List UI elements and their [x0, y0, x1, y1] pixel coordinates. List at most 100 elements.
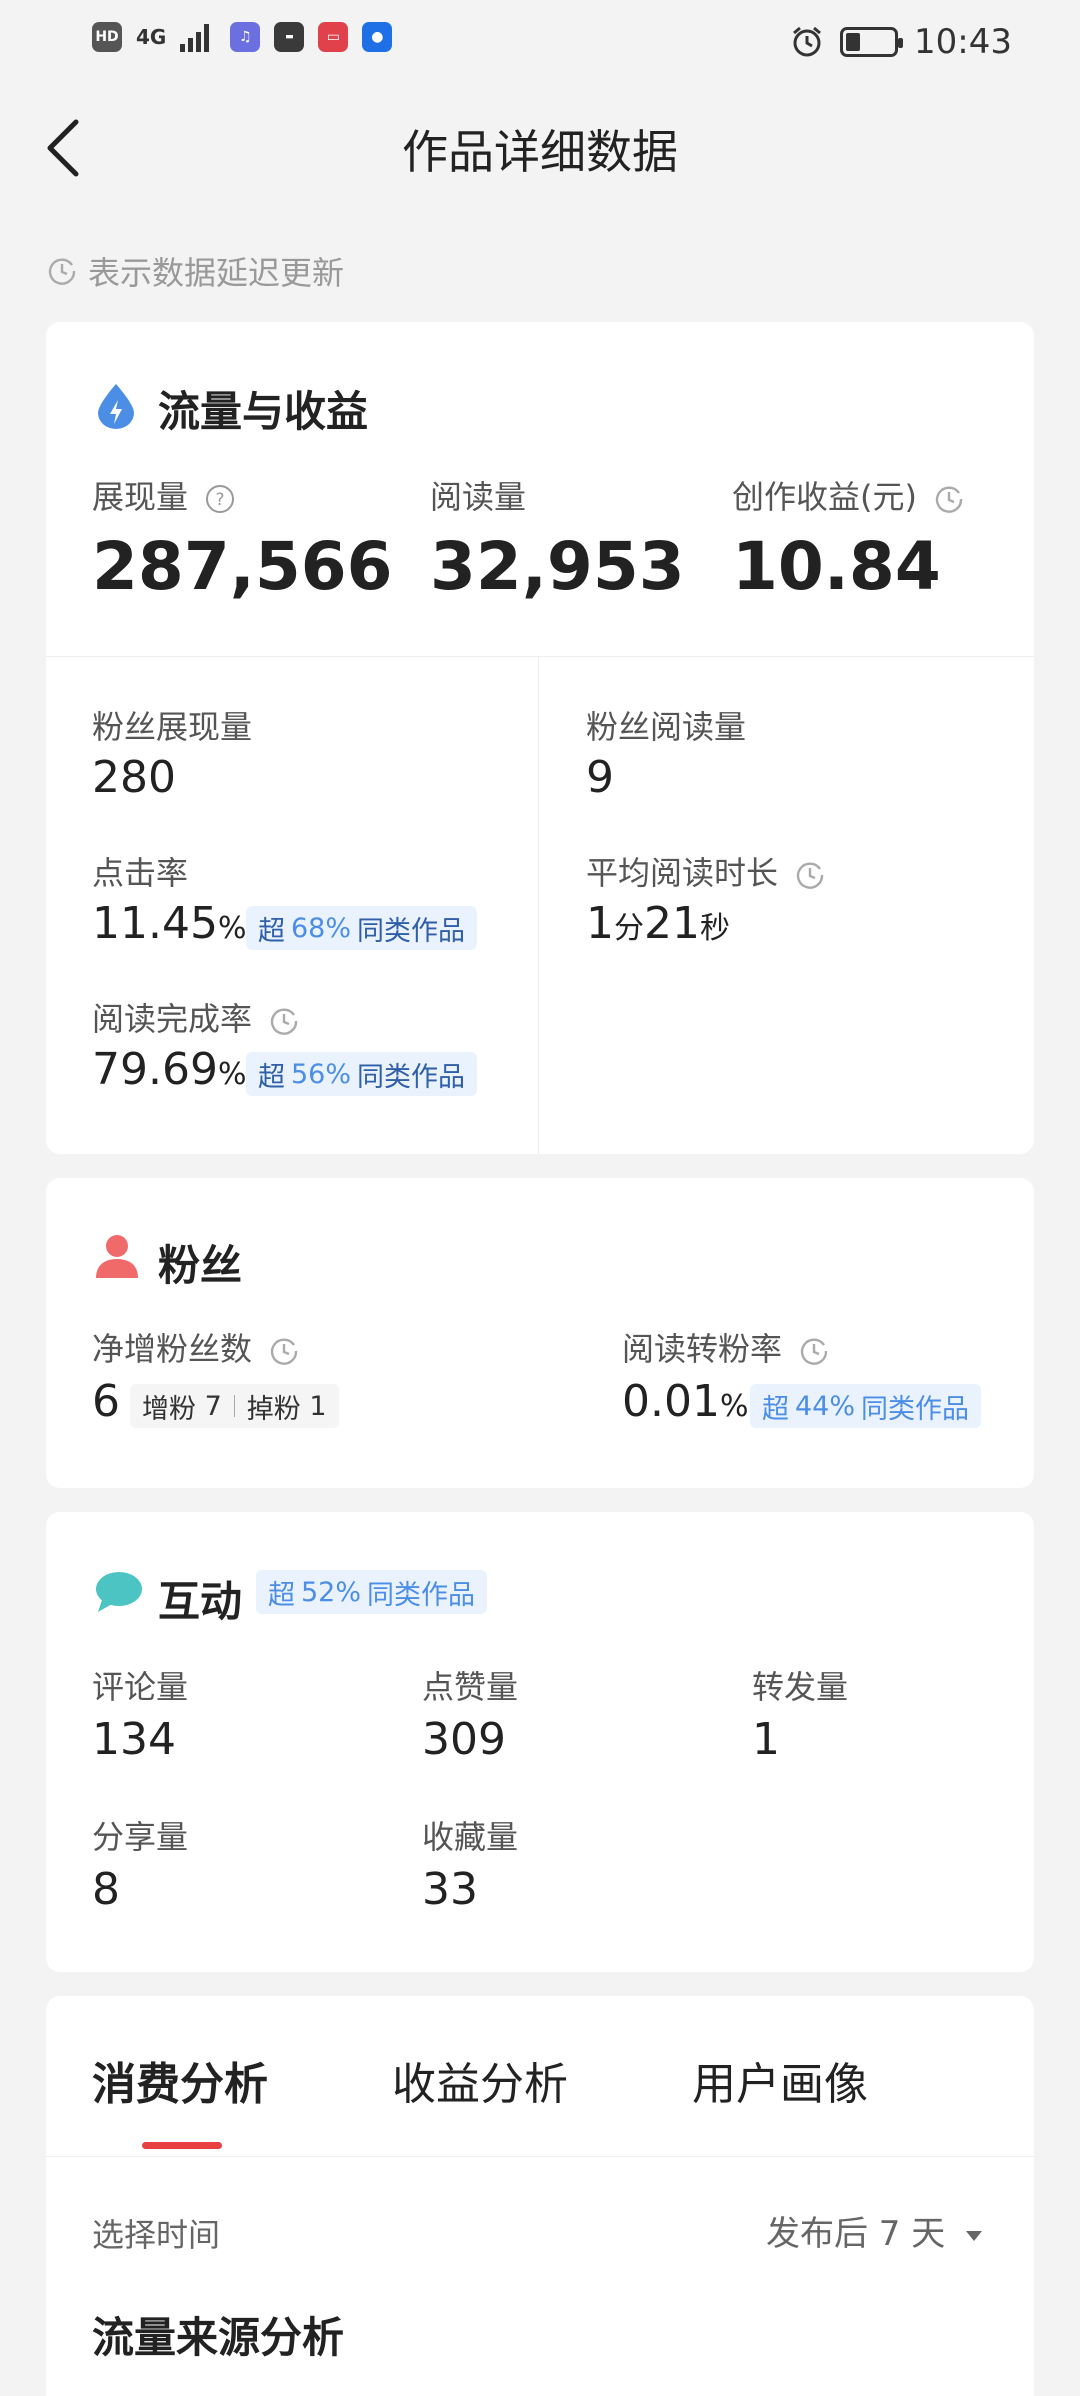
avg-time-sec-unit: 秒	[700, 911, 730, 946]
net-fans-value: 6	[92, 1376, 120, 1427]
impressions-label-text: 展现量	[92, 478, 189, 516]
bulb-icon: ●	[362, 22, 393, 52]
tab-active-underline	[142, 2142, 222, 2149]
pill-separator	[233, 1395, 235, 1417]
huawei-icon: ▬	[274, 22, 305, 52]
likes-label: 点赞量	[422, 1668, 519, 1706]
lightning-drop-icon	[98, 384, 134, 429]
completion-badge-prefix: 超	[258, 1061, 285, 1093]
avg-time-min-unit: 分	[614, 911, 644, 946]
traffic-source-title: 流量来源分析	[92, 2313, 345, 2362]
hd-label: HD	[95, 29, 119, 45]
conversion-value: 0.01%	[622, 1376, 748, 1427]
conversion-number: 0.01	[622, 1376, 720, 1427]
gain-label: 增粉	[142, 1393, 196, 1425]
time-select-value: 发布后 7 天	[766, 2214, 946, 2254]
ctr-value: 11.45%	[92, 898, 246, 949]
delay-note: 表示数据延迟更新	[46, 248, 344, 294]
network-label: 4G	[136, 25, 167, 49]
status-right: 10:43	[790, 22, 1012, 62]
traffic-divider	[46, 656, 1034, 657]
conversion-badge-pct: 44%	[795, 1390, 856, 1422]
ctr-unit: %	[217, 911, 247, 946]
avg-time-clock-icon	[797, 862, 824, 889]
interaction-badge-pct: 52%	[301, 1576, 362, 1608]
conversion-label: 阅读转粉率	[622, 1324, 830, 1370]
reads-label: 阅读量	[430, 478, 527, 516]
completion-badge-suffix: 同类作品	[357, 1061, 466, 1093]
time-select-label: 选择时间	[92, 2216, 221, 2254]
status-time: 10:43	[914, 22, 1012, 62]
shares-value: 8	[92, 1864, 120, 1915]
shares-label: 分享量	[92, 1818, 189, 1856]
tab-user-profile[interactable]: 用户画像	[692, 2048, 868, 2112]
favorites-label: 收藏量	[422, 1818, 519, 1856]
earnings-label-text: 创作收益(元)	[732, 478, 917, 516]
ctr-badge: 超 68% 同类作品	[246, 906, 478, 950]
favorites-value: 33	[422, 1864, 478, 1915]
interaction-title: 互动	[158, 1577, 243, 1626]
conversion-unit: %	[719, 1389, 749, 1424]
gain-value: 7	[204, 1390, 222, 1422]
interaction-card: 互动 超 52% 同类作品 评论量 134 点赞量 309 转发量 1 分享量 8 …	[46, 1512, 1034, 1972]
conversion-badge: 超 44% 同类作品	[750, 1384, 982, 1428]
interaction-badge-prefix: 超	[268, 1579, 295, 1611]
conversion-badge-prefix: 超	[762, 1393, 789, 1425]
completion-value: 79.69%	[92, 1044, 246, 1095]
svg-text:?: ?	[216, 490, 225, 510]
ctr-badge-suffix: 同类作品	[357, 915, 466, 947]
earnings-value: 10.84	[732, 528, 941, 605]
comments-label: 评论量	[92, 1668, 189, 1706]
alarm-icon	[793, 26, 821, 57]
lose-label: 掉粉	[246, 1393, 301, 1425]
conversion-label-text: 阅读转粉率	[622, 1330, 783, 1368]
delay-clock-icon	[48, 258, 76, 285]
traffic-title: 流量与收益	[158, 387, 369, 436]
fan-impressions-value: 280	[92, 752, 176, 803]
time-select-dropdown[interactable]: 发布后 7 天	[766, 2206, 984, 2255]
tab-earnings[interactable]: 收益分析	[392, 2048, 568, 2112]
avg-time-value: 1分21秒	[586, 898, 730, 949]
delay-note-text: 表示数据延迟更新	[88, 254, 345, 292]
help-icon[interactable]: ?	[204, 483, 236, 515]
hd-icon: HD	[92, 22, 122, 52]
avg-time-label: 平均阅读时长	[586, 848, 826, 894]
status-left-icons: HD 4G ♫ ▬ ▭ ●	[92, 22, 393, 52]
analysis-card: 消费分析 收益分析 用户画像 选择时间 发布后 7 天 流量来源分析	[46, 1996, 1034, 2396]
page-title: 作品详细数据	[402, 125, 678, 179]
person-icon	[96, 1235, 138, 1278]
fan-reads-label: 粉丝阅读量	[586, 708, 747, 746]
traffic-card: 流量与收益 展现量 ? 287,566 阅读量 32,953 创作收益(元) 1…	[46, 322, 1034, 1154]
tab-consumption[interactable]: 消费分析	[92, 2048, 268, 2112]
interaction-badge: 超 52% 同类作品	[256, 1570, 488, 1614]
signal-icon	[180, 24, 210, 52]
tabs-divider	[46, 2156, 1034, 2157]
impressions-value: 287,566	[92, 528, 393, 605]
completion-label: 阅读完成率	[92, 994, 300, 1040]
chat-bubble-icon	[96, 1572, 142, 1612]
avg-time-min: 1	[586, 898, 614, 949]
fans-title: 粉丝	[158, 1241, 243, 1290]
forwards-label: 转发量	[752, 1668, 849, 1706]
follow-detail-pill: 增粉 7 掉粉 1	[130, 1384, 339, 1428]
net-fans-clock-icon	[271, 1338, 298, 1365]
earnings-clock-icon	[936, 486, 963, 513]
music-icon: ♫	[230, 22, 261, 52]
net-fans-label: 净增粉丝数	[92, 1324, 300, 1370]
comments-value: 134	[92, 1714, 176, 1765]
likes-value: 309	[422, 1714, 506, 1765]
conversion-badge-suffix: 同类作品	[861, 1393, 970, 1425]
completion-badge-pct: 56%	[291, 1058, 352, 1090]
impressions-label: 展现量 ?	[92, 472, 236, 518]
status-bar: HD 4G ♫ ▬ ▭ ● 10:43	[0, 0, 1080, 84]
ctr-number: 11.45	[92, 898, 218, 949]
completion-unit: %	[217, 1057, 247, 1092]
forwards-value: 1	[752, 1714, 780, 1765]
completion-badge: 超 56% 同类作品	[246, 1052, 478, 1096]
fans-card: 粉丝 净增粉丝数 6 增粉 7 掉粉 1 阅读转粉率 0.01% 超 44% 同类作…	[46, 1178, 1034, 1488]
net-fans-label-text: 净增粉丝数	[92, 1330, 253, 1368]
traffic-divider-vertical	[538, 656, 539, 1154]
ctr-badge-pct: 68%	[291, 912, 352, 944]
battery-icon	[840, 27, 904, 57]
completion-clock-icon	[271, 1008, 298, 1035]
